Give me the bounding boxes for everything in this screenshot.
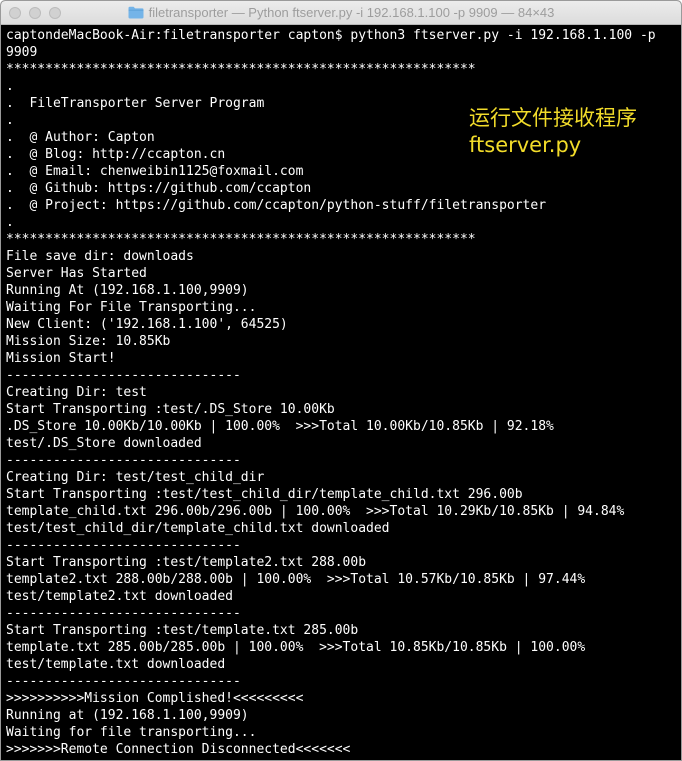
terminal-line: Waiting For File Transporting... bbox=[6, 300, 257, 315]
terminal-line: template.txt 285.00b/285.00b | 100.00% >… bbox=[6, 640, 586, 655]
terminal-line: template2.txt 288.00b/288.00b | 100.00% … bbox=[6, 572, 586, 587]
terminal-line: Creating Dir: test bbox=[6, 385, 147, 400]
terminal-line: ****************************************… bbox=[6, 62, 476, 77]
terminal-line: Running at (192.168.1.100,9909) bbox=[6, 708, 249, 723]
terminal-line: . @ Github: https://github.com/ccapton bbox=[6, 181, 312, 196]
terminal-line: Start Transporting :test/.DS_Store 10.00… bbox=[6, 402, 335, 417]
terminal-line: New Client: ('192.168.1.100', 64525) bbox=[6, 317, 288, 332]
terminal-line: test/.DS_Store downloaded bbox=[6, 436, 202, 451]
terminal-line: Start Transporting :test/template.txt 28… bbox=[6, 623, 359, 638]
terminal-line: captondeMacBook-Air:filetransporter capt… bbox=[6, 28, 656, 43]
title-bar[interactable]: filetransporter — Python ftserver.py -i … bbox=[1, 1, 681, 25]
terminal-line: . bbox=[6, 215, 14, 230]
folder-icon bbox=[128, 6, 144, 19]
terminal-line: .DS_Store 10.00Kb/10.00Kb | 100.00% >>>T… bbox=[6, 419, 554, 434]
annotation-line-2: ftserver.py bbox=[469, 133, 582, 157]
terminal-line: . @ Project: https://github.com/ccapton/… bbox=[6, 198, 547, 213]
terminal-line: . bbox=[6, 79, 14, 94]
terminal-line: ------------------------------ bbox=[6, 606, 241, 621]
terminal-line: test/template.txt downloaded bbox=[6, 657, 226, 672]
terminal-line: Running At (192.168.1.100,9909) bbox=[6, 283, 249, 298]
terminal-line: test/template2.txt downloaded bbox=[6, 589, 233, 604]
terminal-line: ****************************************… bbox=[6, 232, 476, 247]
terminal-line: Mission Start! bbox=[6, 351, 116, 366]
terminal-line: File save dir: downloads bbox=[6, 249, 194, 264]
terminal-line: >>>>>>>Remote Connection Disconnected<<<… bbox=[6, 742, 351, 757]
terminal-line: . @ Email: chenweibin1125@foxmail.com bbox=[6, 164, 304, 179]
terminal-line: ------------------------------ bbox=[6, 674, 241, 689]
terminal-line: ------------------------------ bbox=[6, 453, 241, 468]
terminal-line: ------------------------------ bbox=[6, 368, 241, 383]
terminal-line: Mission Size: 10.85Kb bbox=[6, 334, 171, 349]
terminal-line: ------------------------------ bbox=[6, 538, 241, 553]
annotation-caption: 运行文件接收程序 ftserver.py bbox=[469, 105, 637, 159]
annotation-line-1: 运行文件接收程序 bbox=[469, 106, 637, 130]
window-title: filetransporter — Python ftserver.py -i … bbox=[148, 5, 555, 20]
terminal-line: Start Transporting :test/template2.txt 2… bbox=[6, 555, 367, 570]
terminal-line: Start Transporting :test/test_child_dir/… bbox=[6, 487, 523, 502]
window-title-group: filetransporter — Python ftserver.py -i … bbox=[1, 1, 681, 24]
terminal-line: test/test_child_dir/template_child.txt d… bbox=[6, 521, 390, 536]
terminal-line: Creating Dir: test/test_child_dir bbox=[6, 470, 265, 485]
terminal-line: template_child.txt 296.00b/296.00b | 100… bbox=[6, 504, 625, 519]
terminal-line: >>>>>>>>>>Mission Complished!<<<<<<<<< bbox=[6, 691, 304, 706]
terminal-line: 9909 bbox=[6, 45, 38, 60]
terminal-line: Waiting for file transporting... bbox=[6, 725, 257, 740]
terminal-line: Server Has Started bbox=[6, 266, 147, 281]
terminal-window: filetransporter — Python ftserver.py -i … bbox=[0, 0, 682, 761]
